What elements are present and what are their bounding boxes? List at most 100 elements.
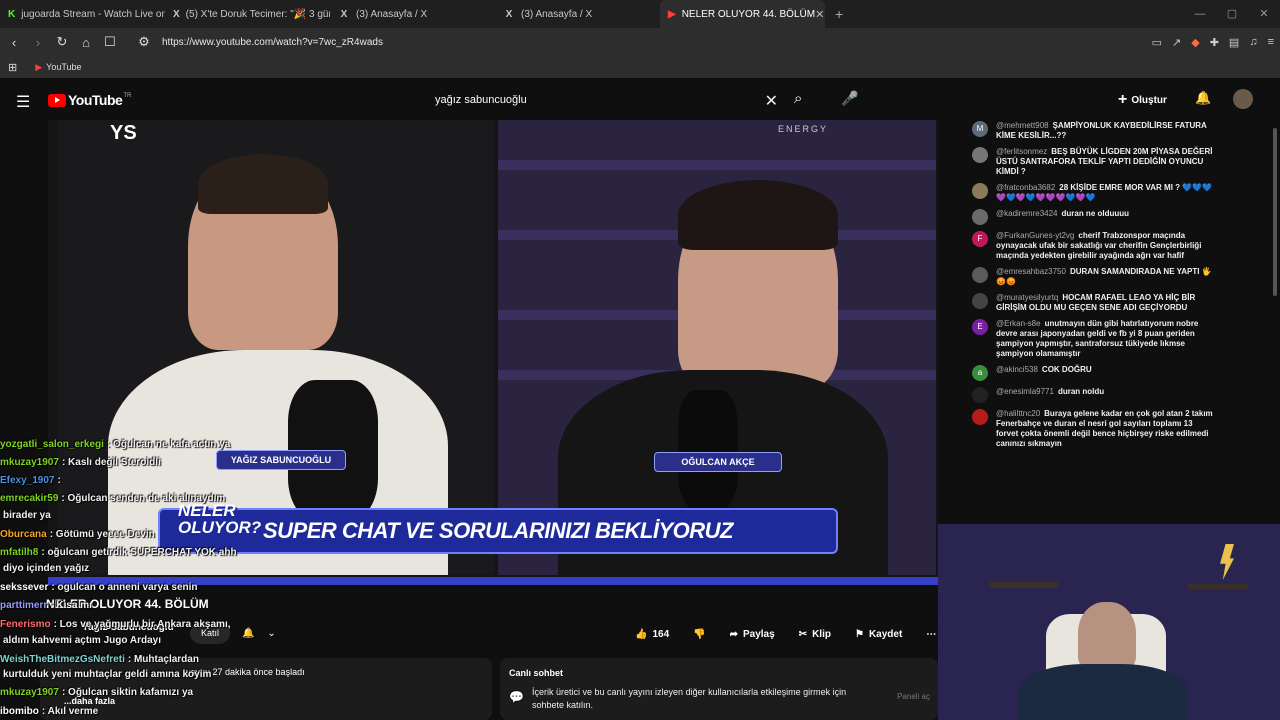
webcam-overlay: [938, 524, 1280, 720]
chat-avatar[interactable]: a: [972, 365, 988, 381]
youtube-logo[interactable]: YouTube TR: [48, 92, 131, 108]
chat-avatar[interactable]: E: [972, 319, 988, 335]
chat-message[interactable]: M @mehmett908 ŞAMPİYONLUK KAYBEDİLİRSE FAT…: [956, 118, 1224, 144]
tab-x-2[interactable]: X (3) Anasayfa / X: [330, 0, 495, 28]
overlay-chat-line: Oburcana: Götümü yeeee Devin: [0, 527, 155, 542]
clip-button[interactable]: ✂ Klip: [789, 622, 840, 646]
country-code: TR: [123, 93, 132, 99]
share-button[interactable]: ➦ Paylaş: [720, 622, 784, 646]
subscribe-bell-button[interactable]: 🔔 ⌄: [236, 622, 282, 644]
chat-avatar[interactable]: [972, 409, 988, 425]
new-tab-button[interactable]: +: [825, 6, 853, 22]
maximize-icon[interactable]: ▢: [1216, 0, 1248, 28]
tab-x-3[interactable]: X (3) Anasayfa / X: [495, 0, 660, 28]
user-avatar[interactable]: [1233, 89, 1253, 109]
overlay-chat-line: parttimerr: Kısa mı: [0, 598, 92, 613]
dislike-button[interactable]: 👎: [684, 622, 715, 646]
bookmark-youtube[interactable]: YouTube: [46, 62, 81, 72]
overlay-username: Efexy_1907: [0, 475, 55, 486]
chat-message[interactable]: @fratconba3682 28 KİŞİDE EMRE MOR VAR MI …: [956, 180, 1224, 206]
chat-author[interactable]: @FurkanGunes-yt2vg: [996, 231, 1074, 240]
forward-icon[interactable]: ›: [28, 35, 48, 50]
chat-avatar[interactable]: [972, 183, 988, 199]
chat-author[interactable]: @Erkan-s8e: [996, 319, 1041, 328]
minimize-icon[interactable]: —: [1184, 0, 1216, 28]
apps-grid-icon[interactable]: ⊞: [8, 61, 17, 74]
site-settings-icon[interactable]: ⚙: [134, 34, 154, 50]
tab-kick[interactable]: Kjugoarda Stream - Watch Live on Kick: [0, 0, 165, 28]
sidebar-icon[interactable]: ▤: [1229, 36, 1239, 49]
save-button[interactable]: ⚑ Kaydet: [845, 622, 912, 646]
tab-youtube[interactable]: ▶ NELER OLUYOR 44. BÖLÜM ✕: [660, 0, 825, 28]
chat-author[interactable]: @kadiremre3424: [996, 209, 1057, 218]
notifications-bell-icon[interactable]: 🔔: [1195, 90, 1211, 106]
bookmark-icon[interactable]: ☐: [100, 34, 120, 50]
like-button[interactable]: 👍 164: [626, 622, 679, 646]
sponsor-brand: ENERGY: [778, 124, 829, 134]
page-scrollbar[interactable]: [1273, 128, 1277, 296]
share-icon[interactable]: ↗: [1172, 36, 1181, 49]
chat-author[interactable]: @akinci538: [996, 365, 1038, 374]
chat-message[interactable]: @enesimla9771 duran noldu: [956, 384, 1224, 406]
url-field[interactable]: https://www.youtube.com/watch?v=7wc_zR4w…: [162, 37, 383, 48]
music-icon[interactable]: ♫: [1249, 36, 1257, 48]
chat-author[interactable]: @halilttnc20: [996, 409, 1040, 418]
live-chat-panel[interactable]: M @mehmett908 ŞAMPİYONLUK KAYBEDİLİRSE FAT…: [956, 118, 1224, 524]
clear-search-icon[interactable]: ✕: [765, 91, 778, 111]
chat-message[interactable]: @kadiremre3424 duran ne olduuuu: [956, 206, 1224, 228]
chat-message[interactable]: @emresahbaz3750 DURAN SAMANDIRADA NE YAPT…: [956, 264, 1224, 290]
hamburger-menu-icon[interactable]: ☰: [16, 92, 30, 112]
overlay-chat-line: WeishTheBitmezGsNefreti: Muhtaçlardan: [0, 652, 199, 667]
live-chat-info-box: Canlı sohbet 💬 İçerik üretici ve bu canl…: [500, 658, 938, 720]
menu-icon[interactable]: ≡: [1268, 36, 1274, 48]
chat-author[interactable]: @ferlitsonmez: [996, 147, 1047, 156]
chat-author[interactable]: @enesimla9771: [996, 387, 1054, 396]
back-icon[interactable]: ‹: [4, 35, 24, 50]
microphone-icon[interactable]: 🎤: [841, 90, 858, 107]
chat-avatar[interactable]: F: [972, 231, 988, 247]
chat-message[interactable]: a @akinci538 COK DOĞRU: [956, 362, 1224, 384]
share-arrow-icon: ➦: [729, 628, 738, 640]
chat-avatar[interactable]: [972, 209, 988, 225]
video-player[interactable]: YS YAĞIZ SABUNCUOĞLU ENERGY OĞULCAN AKÇE…: [48, 120, 938, 585]
close-tab-icon[interactable]: ✕: [815, 8, 824, 21]
chat-message[interactable]: @ferlitsonmez BEŞ BÜYÜK LİGDEN 20M PİYASA…: [956, 144, 1224, 180]
overlay-chat-line: mkuzay1907: Oğulcan siktin kafamızı ya: [0, 685, 193, 700]
tab-label: (3) Anasayfa / X: [521, 8, 593, 20]
overlay-chat-line: Fenerismo: Los ve yağmurlu bir Ankara ak…: [0, 617, 231, 632]
home-icon[interactable]: ⌂: [76, 35, 96, 50]
webcam-person-shirt: [1018, 664, 1188, 720]
chat-avatar[interactable]: [972, 147, 988, 163]
chat-message[interactable]: F @FurkanGunes-yt2vg cherif Trabzonspor ma…: [956, 228, 1224, 264]
search-input[interactable]: yağız sabuncuoğlu ✕: [426, 86, 786, 114]
chat-avatar[interactable]: [972, 293, 988, 309]
open-panel-button[interactable]: Paneli aç: [897, 692, 930, 701]
bookmark-save-icon: ⚑: [854, 628, 864, 640]
chat-author[interactable]: @fratconba3682: [996, 183, 1055, 192]
chat-author[interactable]: @mehmett908: [996, 121, 1049, 130]
chat-avatar[interactable]: [972, 267, 988, 283]
chat-message[interactable]: @muratyesilyurtq HOCAM RAFAEL LEAO YA HİÇ…: [956, 290, 1224, 316]
brave-shield-icon[interactable]: ◆: [1191, 36, 1199, 49]
chat-avatar[interactable]: M: [972, 121, 988, 137]
screen-icon[interactable]: ▭: [1152, 36, 1162, 49]
tab-x-1[interactable]: X (5) X'te Doruk Tecimer: "🎉 3 gün önce: [165, 0, 330, 28]
chat-author[interactable]: @emresahbaz3750: [996, 267, 1066, 276]
reload-icon[interactable]: ↻: [52, 34, 72, 50]
close-window-icon[interactable]: ✕: [1248, 0, 1280, 28]
name-card-left: YAĞIZ SABUNCUOĞLU: [216, 450, 346, 470]
overlay-text: : Kaslı değil Steroidli: [61, 457, 161, 468]
chat-author[interactable]: @muratyesilyurtq: [996, 293, 1058, 302]
overlay-chat-line: mfatilh8: oğulcanı getirdik SUPERCHAT YO…: [0, 545, 237, 560]
create-button[interactable]: + Oluştur: [1118, 89, 1167, 111]
extensions-icon[interactable]: ✚: [1210, 36, 1219, 49]
overlay-username: mkuzay1907: [0, 457, 59, 468]
search-icon[interactable]: ⌕: [794, 90, 802, 107]
overlay-text: : oğulcanı getirdik SUPERCHAT YOK ahh: [41, 547, 237, 558]
chat-message[interactable]: E @Erkan-s8e unutmayın dün gibi hatırlatıy…: [956, 316, 1224, 362]
x-icon: X: [505, 8, 513, 20]
chat-message[interactable]: @halilttnc20 Buraya gelene kadar en çok g…: [956, 406, 1224, 452]
overlay-username: sekssever: [0, 582, 49, 593]
chat-avatar[interactable]: [972, 387, 988, 403]
chat-text: duran noldu: [1057, 387, 1105, 396]
